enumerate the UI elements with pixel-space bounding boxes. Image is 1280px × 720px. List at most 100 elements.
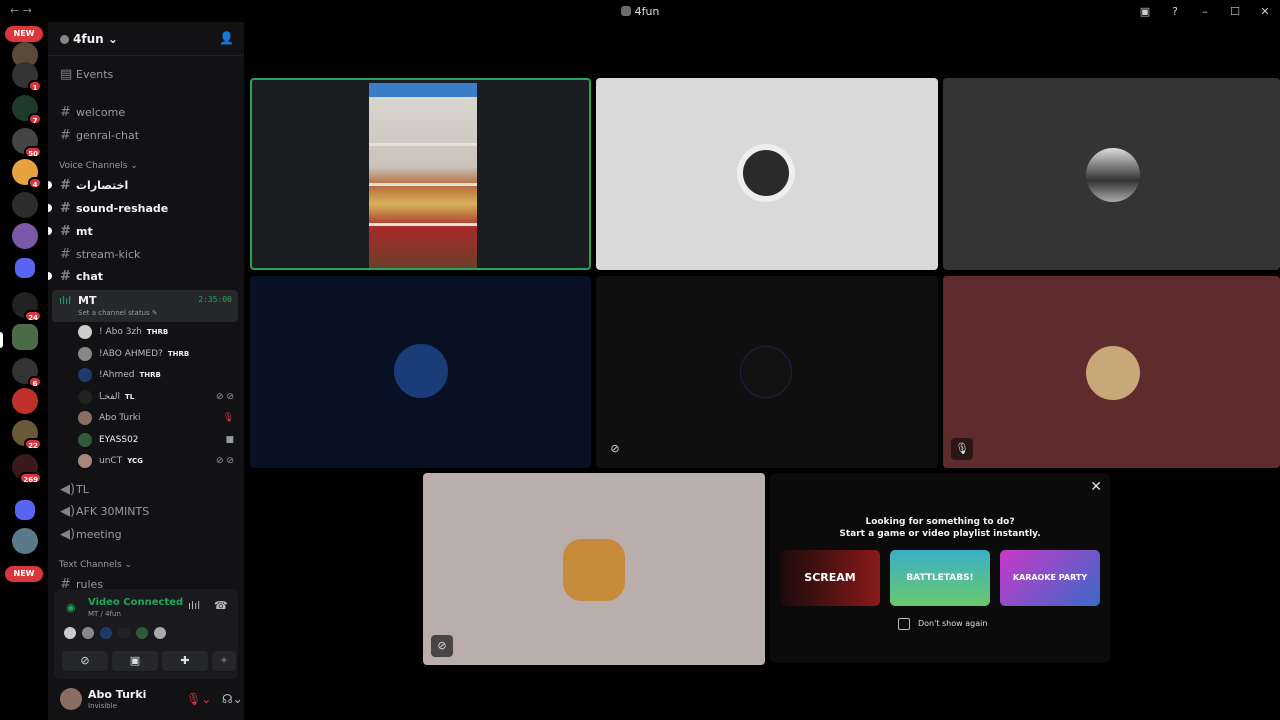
minimize-button[interactable]: – — [1190, 5, 1220, 18]
server-icon[interactable]: 6 — [12, 358, 42, 388]
camera-off-button[interactable]: ⊘ — [62, 651, 108, 671]
server-icon[interactable] — [12, 223, 38, 249]
server-icon[interactable]: 50 — [12, 128, 42, 158]
activity-card-karaoke[interactable]: KARAOKE PARTY — [1000, 550, 1100, 606]
voice-channel-afk[interactable]: ◀) AFK 30MINTS — [54, 500, 238, 522]
server-icon[interactable]: 1 — [12, 62, 42, 92]
soundboard-button[interactable]: ✦ — [212, 651, 236, 671]
camera-icon: ■ — [225, 435, 234, 445]
channel-stream-kick[interactable]: # stream-kick — [54, 243, 238, 265]
category-text[interactable]: Text Channels ⌄ — [59, 560, 132, 570]
avatar — [563, 539, 625, 601]
new-badge: NEW — [5, 26, 43, 42]
title-bar: ← → 4fun ▣ ? – ☐ ✕ — [0, 0, 1280, 22]
channel-mt[interactable]: # mt — [48, 220, 238, 242]
hash-icon: # — [60, 200, 71, 216]
folder-icon[interactable] — [15, 500, 35, 520]
server-icon[interactable]: 24 — [12, 292, 42, 322]
server-icon[interactable]: 269 — [12, 454, 42, 484]
avatar — [64, 627, 76, 639]
user-status: Invisible — [88, 702, 117, 710]
hash-icon: # — [60, 127, 71, 143]
voice-channel-mt[interactable]: ılıl MT 2:35:00 Set a channel status ✎ — [52, 290, 238, 322]
activity-card-scream[interactable]: SCREAM — [780, 550, 880, 606]
maximize-button[interactable]: ☐ — [1220, 5, 1250, 18]
username: Abo Turki — [88, 688, 147, 701]
avatar — [394, 344, 448, 398]
help-icon[interactable]: ? — [1160, 5, 1190, 18]
channel-ikhtisarat[interactable]: # اختصارات — [48, 174, 238, 196]
video-tile[interactable]: 🎙 — [943, 276, 1280, 468]
noise-suppression-icon[interactable]: ılıl — [188, 599, 200, 612]
video-tile[interactable] — [250, 276, 591, 468]
avatar — [78, 347, 92, 361]
screen-share-button[interactable]: ▣ — [112, 651, 158, 671]
video-tile[interactable]: ⊘ — [596, 276, 938, 468]
server-icon[interactable]: 4 — [12, 159, 42, 189]
muted-deafened-icon: ⊘ ⊘ — [216, 456, 234, 466]
dont-show-label[interactable]: Don't show again — [918, 619, 987, 628]
folder-icon[interactable] — [15, 258, 35, 278]
voice-member[interactable]: الفخـا TL ⊘ ⊘ — [78, 387, 238, 407]
add-member-icon[interactable]: 👤 — [219, 31, 234, 45]
connection-location[interactable]: MT / 4fun — [88, 610, 121, 618]
avatar[interactable] — [60, 688, 82, 710]
server-icon[interactable] — [12, 324, 38, 350]
close-icon[interactable]: ✕ — [1090, 479, 1102, 495]
server-icon[interactable] — [12, 192, 38, 218]
voice-member[interactable]: ! Abo 3zh THRB — [78, 322, 238, 342]
server-icon[interactable]: 22 — [12, 420, 42, 450]
activity-card-battletabs[interactable]: BATTLETABS! — [890, 550, 990, 606]
unread-indicator — [48, 181, 52, 189]
voice-member[interactable]: unCT YCG ⊘ ⊘ — [78, 451, 238, 471]
call-timer: 2:35:00 — [198, 295, 232, 304]
user-panel: Abo Turki Invisible 🎙⌄ ☊⌄ ⚙ — [54, 682, 269, 718]
headphones-icon[interactable]: ☊⌄ — [222, 692, 243, 706]
voice-member[interactable]: !ABO AHMED? THRB — [78, 344, 238, 364]
voice-member[interactable]: Abo Turki 🎙 — [78, 408, 238, 428]
unread-indicator — [48, 227, 52, 235]
channel-genral-chat[interactable]: # genral-chat — [54, 124, 238, 146]
category-voice[interactable]: Voice Channels ⌄ — [59, 161, 138, 171]
voice-member[interactable]: EYASS02 ■ — [78, 430, 238, 450]
avatar — [154, 627, 166, 639]
avatar — [118, 627, 130, 639]
close-button[interactable]: ✕ — [1250, 5, 1280, 18]
avatar — [82, 627, 94, 639]
inbox-icon[interactable]: ▣ — [1130, 5, 1160, 18]
avatar — [78, 390, 92, 404]
activity-prompt: ✕ Looking for something to do? Start a g… — [770, 473, 1110, 663]
hash-icon: # — [60, 223, 71, 239]
avatar — [78, 325, 92, 339]
channel-events[interactable]: ▤ Events — [54, 63, 238, 85]
avatar — [1086, 148, 1140, 202]
hash-icon: # — [60, 268, 71, 284]
video-grid: ⊘ 🎙 ⊘ ✕ Looking for something to do? Sta… — [244, 22, 1280, 720]
avatar — [78, 454, 92, 468]
server-icon[interactable]: 7 — [12, 95, 42, 125]
video-tile[interactable]: ⊘ — [423, 473, 765, 665]
channel-sound-reshade[interactable]: # sound-reshade — [48, 197, 238, 219]
server-icon[interactable] — [12, 528, 38, 554]
camera-off-icon: ⊘ — [610, 442, 620, 455]
channel-chat[interactable]: # chat — [48, 265, 238, 287]
video-tile[interactable] — [250, 78, 591, 270]
connection-status[interactable]: Video Connected — [88, 597, 183, 608]
voice-channel-tl[interactable]: ◀) TL — [54, 478, 238, 500]
muted-deafened-icon: ⊘ ⊘ — [216, 392, 234, 402]
video-tile[interactable] — [943, 78, 1280, 270]
dont-show-checkbox[interactable] — [898, 618, 910, 630]
channel-welcome[interactable]: # welcome — [54, 101, 238, 123]
server-header[interactable]: 4fun ⌄ 👤 — [48, 22, 244, 56]
video-tile[interactable] — [596, 78, 938, 270]
voice-channel-meeting[interactable]: ◀) meeting — [54, 523, 238, 545]
disconnect-icon[interactable]: ☎ — [214, 599, 228, 612]
avatar — [78, 411, 92, 425]
avatar — [737, 144, 795, 202]
avatar — [78, 433, 92, 447]
activities-button[interactable]: ✚ — [162, 651, 208, 671]
channel-status[interactable]: Set a channel status ✎ — [78, 309, 158, 317]
voice-member[interactable]: !Ahmed THRB — [78, 365, 238, 385]
mic-muted-icon[interactable]: 🎙⌄ — [186, 692, 211, 706]
server-icon[interactable] — [12, 388, 38, 414]
